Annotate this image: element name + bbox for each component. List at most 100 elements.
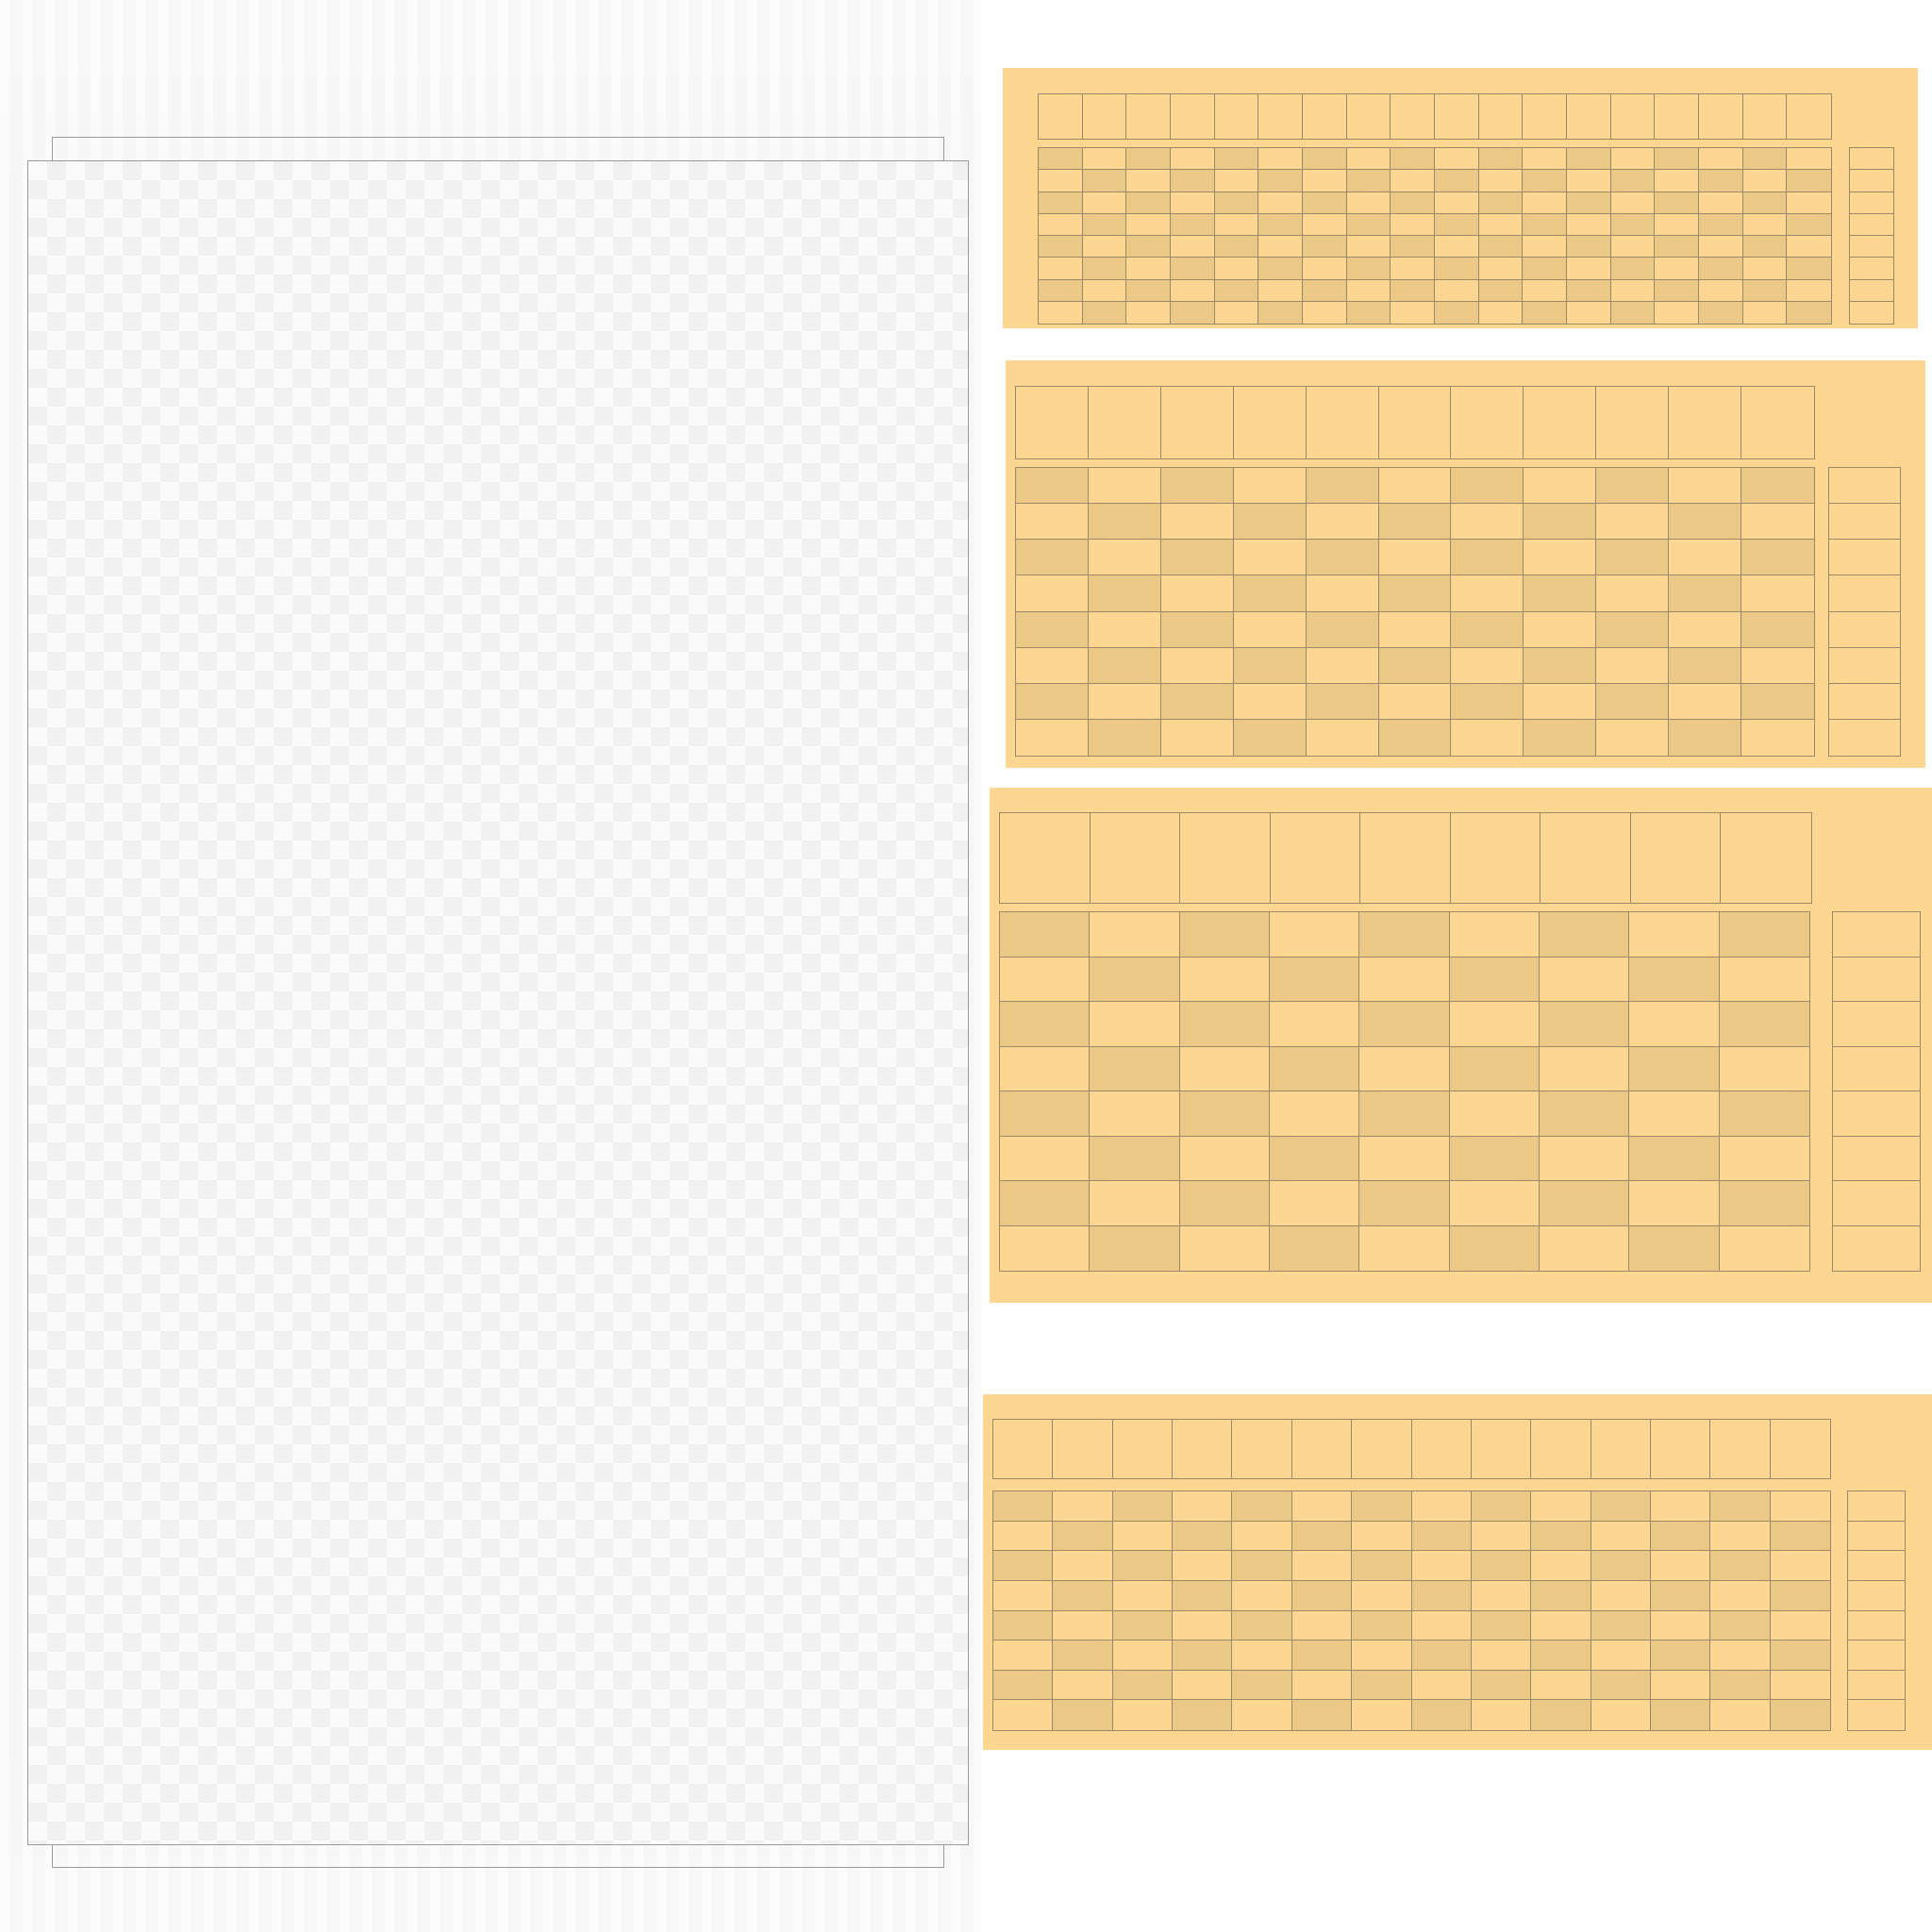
grid-cell <box>1088 719 1161 756</box>
grid-cell <box>1391 258 1435 280</box>
card-2-side-column <box>1828 467 1901 757</box>
left-panel <box>0 0 981 1932</box>
grid-cell <box>1214 213 1259 236</box>
grid-cell <box>1610 148 1656 171</box>
side-cell <box>1829 468 1900 505</box>
grid-cell <box>1524 683 1597 720</box>
grid-cell <box>1699 236 1743 258</box>
grid-cell <box>1171 192 1215 214</box>
grid-cell <box>1160 504 1234 541</box>
grid-cell <box>1160 647 1234 684</box>
grid-cell <box>1523 279 1567 302</box>
grid-cell <box>1258 213 1303 236</box>
grid-cell <box>1770 1551 1830 1581</box>
grid-cell <box>1411 1700 1472 1730</box>
grid-cell <box>1000 1136 1091 1181</box>
header-cell <box>1721 813 1811 903</box>
grid-cell <box>1179 1046 1270 1091</box>
grid-cell <box>1567 213 1611 236</box>
grid-cell <box>1451 575 1524 612</box>
grid-cell <box>1710 1551 1771 1581</box>
card-3-header-row <box>999 812 1812 904</box>
grid-cell <box>1270 912 1360 958</box>
grid-cell <box>1523 192 1567 214</box>
grid-cell <box>1742 192 1788 214</box>
grid-cell <box>1346 301 1391 324</box>
grid-cell <box>1719 1046 1809 1091</box>
grid-cell <box>1523 258 1567 280</box>
grid-cell <box>1160 540 1234 576</box>
header-cell <box>1435 94 1479 139</box>
header-cell <box>1232 1420 1292 1478</box>
grid-cell <box>1039 258 1083 280</box>
grid-cell <box>1531 1641 1591 1671</box>
grid-cell <box>1126 258 1171 280</box>
grid-cell <box>1233 468 1307 505</box>
card-1-main-grid <box>1038 147 1832 325</box>
grid-cell <box>1710 1521 1771 1552</box>
grid-cell <box>1391 236 1435 258</box>
grid-cell <box>1391 192 1435 214</box>
grid-cell <box>1531 1670 1591 1701</box>
grid-cell <box>1451 611 1524 648</box>
grid-cell <box>1629 957 1720 1002</box>
grid-cell <box>1053 1610 1113 1641</box>
side-cell <box>1850 170 1893 192</box>
grid-cell <box>1016 683 1089 720</box>
grid-cell <box>1270 957 1360 1002</box>
grid-cell <box>1591 1521 1651 1552</box>
card-1-header-row <box>1038 93 1832 140</box>
header-cell <box>1531 1420 1591 1478</box>
grid-cell <box>1523 301 1567 324</box>
grid-cell <box>1669 683 1742 720</box>
grid-cell <box>1173 1700 1233 1730</box>
side-cell <box>1829 504 1900 541</box>
grid-cell <box>1126 148 1171 171</box>
side-cell <box>1850 192 1893 214</box>
grid-cell <box>1435 213 1479 236</box>
grid-cell <box>1655 236 1699 258</box>
grid-cell <box>1629 1181 1720 1226</box>
side-cell <box>1848 1670 1905 1701</box>
grid-cell <box>1214 170 1259 192</box>
header-cell <box>1610 94 1656 139</box>
grid-cell <box>1171 148 1215 171</box>
grid-cell <box>1291 1551 1353 1581</box>
grid-cell <box>1039 213 1083 236</box>
grid-cell <box>1719 1181 1809 1226</box>
grid-cell <box>1669 504 1742 541</box>
grid-cell <box>1233 611 1307 648</box>
card-2-main-grid <box>1015 467 1815 757</box>
grid-cell <box>1171 170 1215 192</box>
grid-cell <box>1090 1136 1180 1181</box>
grid-cell <box>1359 912 1450 958</box>
grid-cell <box>1258 236 1303 258</box>
grid-cell <box>1540 1002 1630 1047</box>
grid-cell <box>1160 575 1234 612</box>
grid-cell <box>1000 912 1091 958</box>
grid-cell <box>1346 192 1391 214</box>
grid-cell <box>1233 575 1307 612</box>
grid-cell <box>1232 1551 1292 1581</box>
front-sheet <box>27 160 969 1845</box>
header-cell <box>1471 1420 1532 1478</box>
grid-cell <box>1126 192 1171 214</box>
header-cell <box>1699 94 1743 139</box>
header-cell <box>993 1420 1054 1478</box>
grid-cell <box>1650 1700 1711 1730</box>
grid-cell <box>1258 170 1303 192</box>
header-cell <box>1650 1420 1711 1478</box>
grid-cell <box>1478 279 1524 302</box>
grid-cell <box>1591 1610 1651 1641</box>
grid-cell <box>1540 1091 1630 1137</box>
card-3-main-grid <box>999 911 1810 1272</box>
grid-cell <box>1451 468 1524 505</box>
grid-cell <box>1306 611 1379 648</box>
grid-cell <box>1471 1521 1532 1552</box>
side-cell <box>1848 1610 1905 1641</box>
grid-cell <box>1082 258 1127 280</box>
grid-cell <box>1214 258 1259 280</box>
grid-cell <box>1214 279 1259 302</box>
grid-cell <box>1303 236 1347 258</box>
grid-cell <box>1258 192 1303 214</box>
